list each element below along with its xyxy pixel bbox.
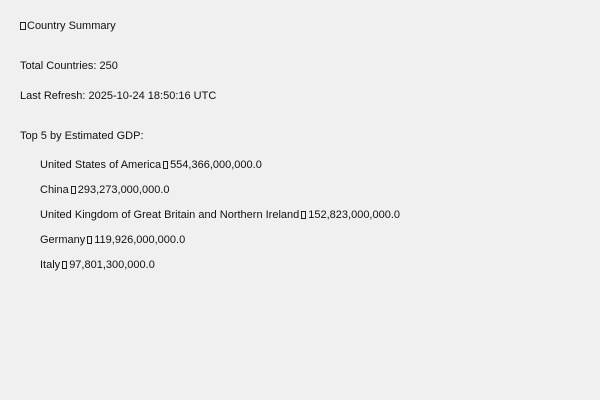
gdp-value: 97,801,300,000.0 (69, 259, 155, 271)
box-glyph-icon (20, 22, 26, 30)
gdp-value: 119,926,000,000.0 (94, 234, 186, 246)
page-title: Country Summary (20, 19, 116, 33)
gdp-value: 554,366,000,000.0 (170, 159, 262, 171)
country-name: China (40, 184, 69, 196)
list-item: United Kingdom of Great Britain and Nort… (40, 208, 400, 233)
total-countries: Total Countries: 250 (20, 60, 118, 72)
page-title-text: Country Summary (27, 20, 116, 32)
box-glyph-icon (62, 261, 68, 269)
top-gdp-heading: Top 5 by Estimated GDP: (20, 130, 144, 142)
last-refresh: Last Refresh: 2025-10-24 18:50:16 UTC (20, 90, 217, 102)
box-glyph-icon (87, 236, 93, 244)
gdp-value: 293,273,000,000.0 (77, 184, 170, 196)
top-gdp-list: United States of America 554,366,000,000… (40, 158, 400, 283)
gdp-value: 152,823,000,000.0 (308, 209, 401, 221)
country-name: Italy (40, 259, 61, 271)
country-name: United Kingdom of Great Britain and Nort… (40, 209, 300, 221)
box-glyph-icon (70, 186, 76, 194)
box-glyph-icon (163, 161, 169, 169)
country-summary-page: Country Summary Total Countries: 250 Las… (0, 0, 600, 400)
list-item: Germany 119,926,000,000.0 (40, 233, 400, 258)
list-item: United States of America 554,366,000,000… (40, 158, 400, 183)
country-name: Germany (40, 234, 86, 246)
box-glyph-icon (301, 211, 307, 219)
list-item: Italy 97,801,300,000.0 (40, 258, 400, 283)
country-name: United States of America (40, 159, 162, 171)
list-item: China 293,273,000,000.0 (40, 183, 400, 208)
